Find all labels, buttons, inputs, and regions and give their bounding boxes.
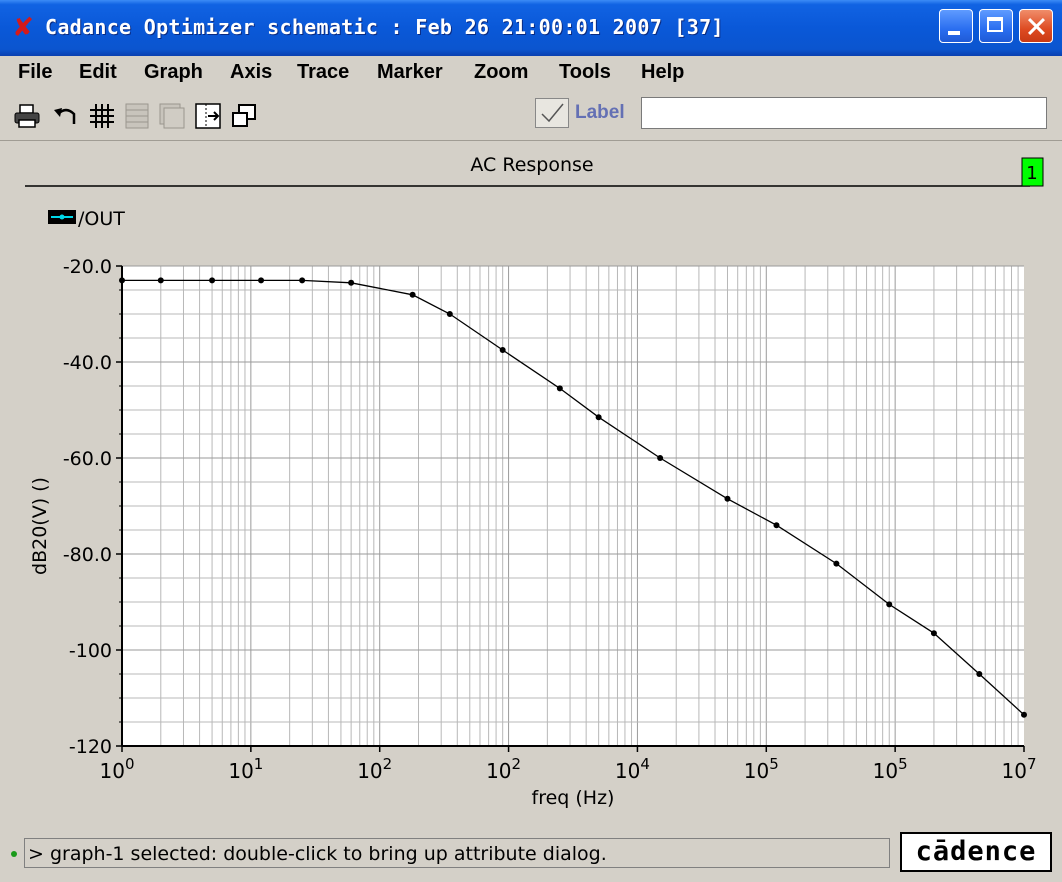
strip-icon[interactable] (123, 102, 151, 130)
x-tick-label: 102 (357, 755, 392, 783)
menu-axis[interactable]: Axis (230, 61, 272, 84)
x-tick-label: 104 (615, 755, 650, 783)
window-icon[interactable] (230, 102, 258, 130)
cadence-logo: cādence (900, 832, 1052, 872)
data-point (833, 560, 840, 567)
x-tick-label: 105 (873, 755, 908, 783)
data-point (409, 291, 416, 298)
y-tick-label: -40.0 (63, 352, 112, 374)
label-input[interactable] (641, 97, 1047, 129)
grid-icon[interactable] (88, 102, 116, 130)
maximize-button[interactable] (979, 9, 1013, 43)
x-tick-label: 102 (486, 755, 521, 783)
data-point (886, 601, 893, 608)
label-checkbox-label: Label (575, 102, 625, 123)
legend-marker-dot (59, 214, 65, 220)
menu-help[interactable]: Help (641, 61, 684, 84)
undo-icon[interactable] (52, 102, 80, 130)
data-point (1021, 711, 1027, 718)
status-indicator (11, 851, 17, 857)
data-point (446, 311, 453, 317)
data-point (657, 455, 664, 461)
x-tick-label: 100 (100, 755, 135, 783)
menu-graph[interactable]: Graph (144, 61, 203, 84)
data-point (157, 277, 164, 284)
check-icon (541, 103, 564, 123)
stack-icon[interactable] (158, 102, 186, 130)
title-bar[interactable]: ✘ Cadance Optimizer schematic : Feb 26 2… (0, 0, 1062, 56)
legend-label: /OUT (78, 208, 125, 230)
data-point (299, 277, 306, 284)
data-point (724, 495, 731, 502)
data-point (556, 385, 563, 392)
close-button[interactable] (1019, 9, 1053, 43)
menu-file[interactable]: File (18, 61, 52, 84)
data-point (976, 671, 983, 677)
split-icon[interactable] (194, 102, 222, 130)
data-point (499, 347, 506, 353)
minimize-button[interactable] (939, 9, 973, 43)
menu-edit[interactable]: Edit (79, 61, 117, 84)
x-tick-label: 101 (228, 755, 263, 783)
menu-trace[interactable]: Trace (297, 61, 349, 84)
app-window: ✘ Cadance Optimizer schematic : Feb 26 2… (0, 0, 1062, 882)
label-checkbox[interactable] (535, 98, 569, 128)
grid (121, 265, 1024, 747)
menu-bar: File Edit Graph Axis Trace Marker Zoom T… (0, 56, 1062, 88)
window-title: Cadance Optimizer schematic : Feb 26 21:… (45, 15, 724, 39)
data-point (773, 522, 780, 529)
subwindow-number: 1 (1026, 163, 1037, 184)
status-message: > graph-1 selected: double-click to brin… (28, 843, 607, 865)
y-tick-label: -60.0 (63, 448, 112, 470)
ac-response-chart[interactable]: AC Response 1/OUT -20.0 -40.0 -60.0 -80.0 -100… (10, 146, 1053, 822)
print-icon[interactable] (13, 102, 41, 130)
data-point (258, 277, 265, 284)
y-tick-label: -20.0 (63, 256, 112, 278)
data-point (930, 630, 937, 637)
menu-marker[interactable]: Marker (377, 61, 443, 84)
y-tick-label: -120 (69, 736, 112, 758)
data-point (209, 277, 216, 284)
menu-tools[interactable]: Tools (559, 61, 611, 84)
y-tick-label: -80.0 (63, 544, 112, 566)
x-tick-label: 107 (1002, 755, 1037, 783)
data-point (348, 279, 355, 286)
menu-zoom[interactable]: Zoom (474, 61, 528, 84)
y-tick-label: -100 (69, 640, 112, 662)
data-point (119, 277, 125, 284)
y-axis-label: dB20(V) () (29, 477, 51, 575)
x-tick-label: 105 (744, 755, 779, 783)
x-axis-label: freq (Hz) (532, 787, 615, 809)
app-x-icon[interactable]: ✘ (9, 14, 37, 42)
data-point (595, 414, 602, 421)
chart-title: AC Response (470, 154, 593, 176)
graph-window[interactable]: AC Response 1/OUT -20.0 -40.0 -60.0 -80.0 -100… (10, 146, 1053, 822)
